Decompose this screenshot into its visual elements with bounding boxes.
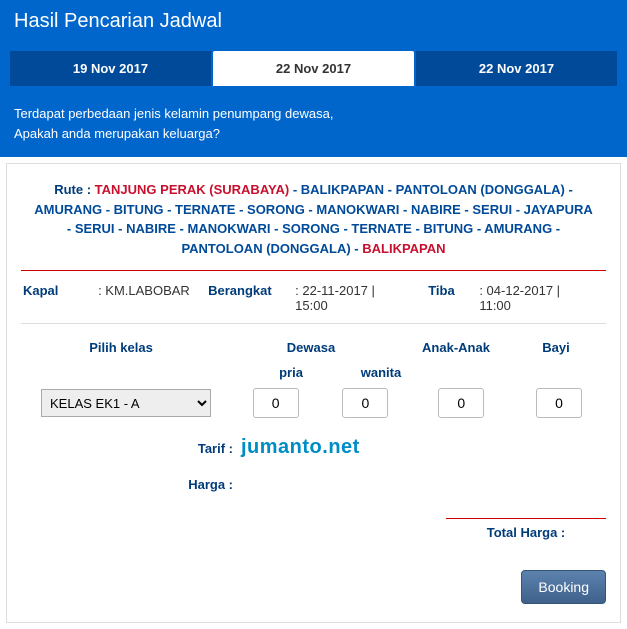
route-label: Rute :: [54, 182, 91, 197]
pria-input[interactable]: [253, 388, 299, 418]
date-tab-2[interactable]: 22 Nov 2017: [416, 51, 617, 86]
date-tab-1[interactable]: 22 Nov 2017: [213, 51, 414, 86]
divider: [21, 323, 606, 324]
kapal-label: Kapal: [23, 283, 80, 313]
booking-button[interactable]: Booking: [521, 570, 606, 604]
route-start: TANJUNG PERAK (SURABAYA): [95, 182, 290, 197]
result-card: Rute : TANJUNG PERAK (SURABAYA) - BALIKP…: [6, 163, 621, 623]
route-text: Rute : TANJUNG PERAK (SURABAYA) - BALIKP…: [21, 178, 606, 268]
route-end: BALIKPAPAN: [362, 241, 445, 256]
page-title: Hasil Pencarian Jadwal: [0, 0, 627, 41]
wanita-input[interactable]: [342, 388, 388, 418]
berangkat-value: : 22-11-2017 | 15:00: [295, 283, 410, 313]
total-harga-label: Total Harga :: [446, 518, 606, 540]
anak-input[interactable]: [438, 388, 484, 418]
harga-label: Harga :: [21, 477, 241, 492]
hdr-dewasa: Dewasa: [221, 340, 401, 355]
schedule-info: Kapal : KM.LABOBAR Berangkat : 22-11-201…: [21, 279, 606, 323]
column-headers: Pilih kelas Dewasa Anak-Anak Bayi: [21, 332, 606, 365]
kapal-value: : KM.LABOBAR: [98, 283, 190, 313]
hdr-anak: Anak-Anak: [401, 340, 511, 355]
hdr-bayi: Bayi: [511, 340, 601, 355]
hdr-wanita: wanita: [336, 365, 426, 380]
notice-line2: Apakah anda merupakan keluarga?: [14, 124, 613, 144]
sub-headers: pria wanita: [21, 365, 606, 380]
tarif-label: Tarif :: [21, 441, 241, 456]
kelas-select[interactable]: KELAS EK1 - A: [41, 389, 211, 417]
tarif-value: jumanto.net: [241, 436, 360, 459]
berangkat-label: Berangkat: [208, 283, 277, 313]
input-row: KELAS EK1 - A: [21, 388, 606, 418]
tiba-label: Tiba: [428, 283, 461, 313]
tiba-value: : 04-12-2017 | 11:00: [479, 283, 586, 313]
hdr-kelas: Pilih kelas: [21, 340, 221, 355]
divider: [21, 270, 606, 271]
notice-line1: Terdapat perbedaan jenis kelamin penumpa…: [14, 104, 613, 124]
hdr-pria: pria: [246, 365, 336, 380]
date-tabs: 19 Nov 2017 22 Nov 2017 22 Nov 2017: [0, 41, 627, 96]
bayi-input[interactable]: [536, 388, 582, 418]
date-tab-0[interactable]: 19 Nov 2017: [10, 51, 211, 86]
notice: Terdapat perbedaan jenis kelamin penumpa…: [0, 96, 627, 157]
